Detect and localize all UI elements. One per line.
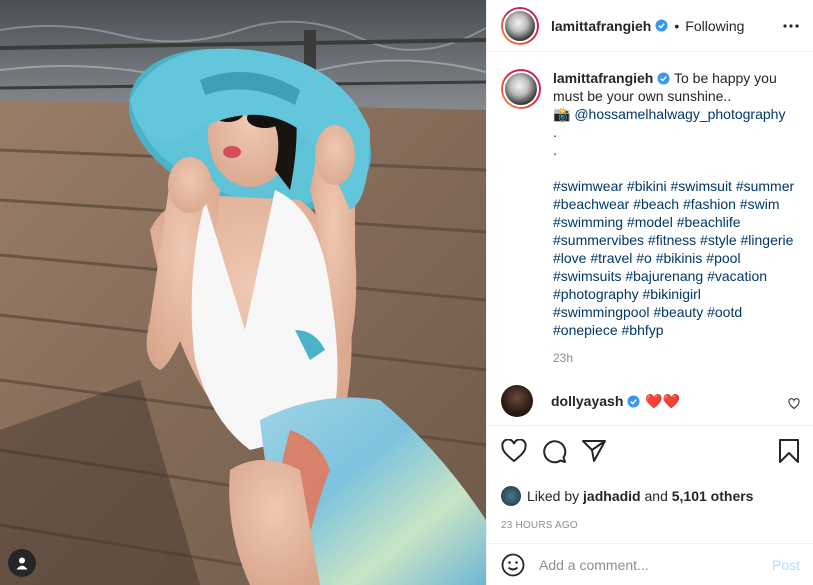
following-button[interactable]: Following [685, 18, 744, 34]
comment-item: dollyayash ❤️❤️ [501, 385, 800, 417]
camera-emoji: 📸 [553, 106, 571, 122]
photo-illustration [0, 0, 486, 585]
liker-avatar[interactable] [501, 486, 521, 506]
post-actions: Liked by jadhadid and 5,101 others 23 HO… [487, 425, 813, 531]
verified-badge-icon [627, 394, 640, 408]
verified-badge-icon [657, 72, 670, 85]
post-comment-button[interactable]: Post [772, 557, 800, 573]
caption-dot: . [553, 142, 557, 158]
commenter-username[interactable]: dollyayash [551, 393, 623, 409]
verified-badge-icon [655, 19, 668, 32]
likes-prefix: Liked by [527, 488, 580, 504]
author-username[interactable]: lamittafrangieh [551, 18, 651, 34]
save-bookmark-icon[interactable] [778, 438, 800, 464]
header-separator: • [674, 17, 680, 34]
like-heart-icon[interactable] [501, 439, 527, 463]
photographer-mention[interactable]: @hossamelhalwagy_photography [574, 106, 785, 122]
caption-avatar[interactable] [501, 69, 541, 109]
share-paper-plane-icon[interactable] [581, 439, 607, 463]
caption-timestamp[interactable]: 23h [553, 349, 800, 367]
tagged-user-button[interactable] [8, 549, 36, 577]
caption-username[interactable]: lamittafrangieh [553, 70, 653, 86]
add-comment-bar: Post [487, 543, 813, 585]
commenter-avatar[interactable] [501, 385, 533, 417]
comment-input[interactable] [539, 556, 749, 573]
likes-and: and [644, 488, 668, 504]
post-side-panel: lamittafrangieh • Following lamittafrang… [486, 0, 813, 585]
likes-summary: Liked by jadhadid and 5,101 others [501, 486, 800, 506]
post-photo[interactable] [0, 0, 486, 585]
comments-list[interactable]: lamittafrangieh To be happy you must be … [487, 53, 813, 425]
comment-bubble-icon[interactable] [541, 438, 567, 464]
like-comment-icon[interactable] [788, 397, 800, 413]
likes-count-button[interactable]: 5,101 others [672, 488, 754, 504]
emoji-picker-icon[interactable] [501, 553, 525, 577]
liker-username[interactable]: jadhadid [583, 488, 641, 504]
caption-hashtags[interactable]: #swimwear #bikini #swimsuit #summer #bea… [553, 177, 800, 339]
post-header: lamittafrangieh • Following [487, 0, 813, 52]
more-options-icon[interactable] [783, 23, 799, 28]
caption-dot: . [553, 124, 557, 140]
author-avatar[interactable] [501, 6, 539, 45]
comment-text: ❤️❤️ [645, 392, 681, 409]
caption-body: lamittafrangieh To be happy you must be … [553, 69, 800, 367]
post-timestamp[interactable]: 23 HOURS AGO [501, 520, 800, 531]
user-icon [16, 557, 28, 570]
caption: lamittafrangieh To be happy you must be … [501, 69, 800, 367]
